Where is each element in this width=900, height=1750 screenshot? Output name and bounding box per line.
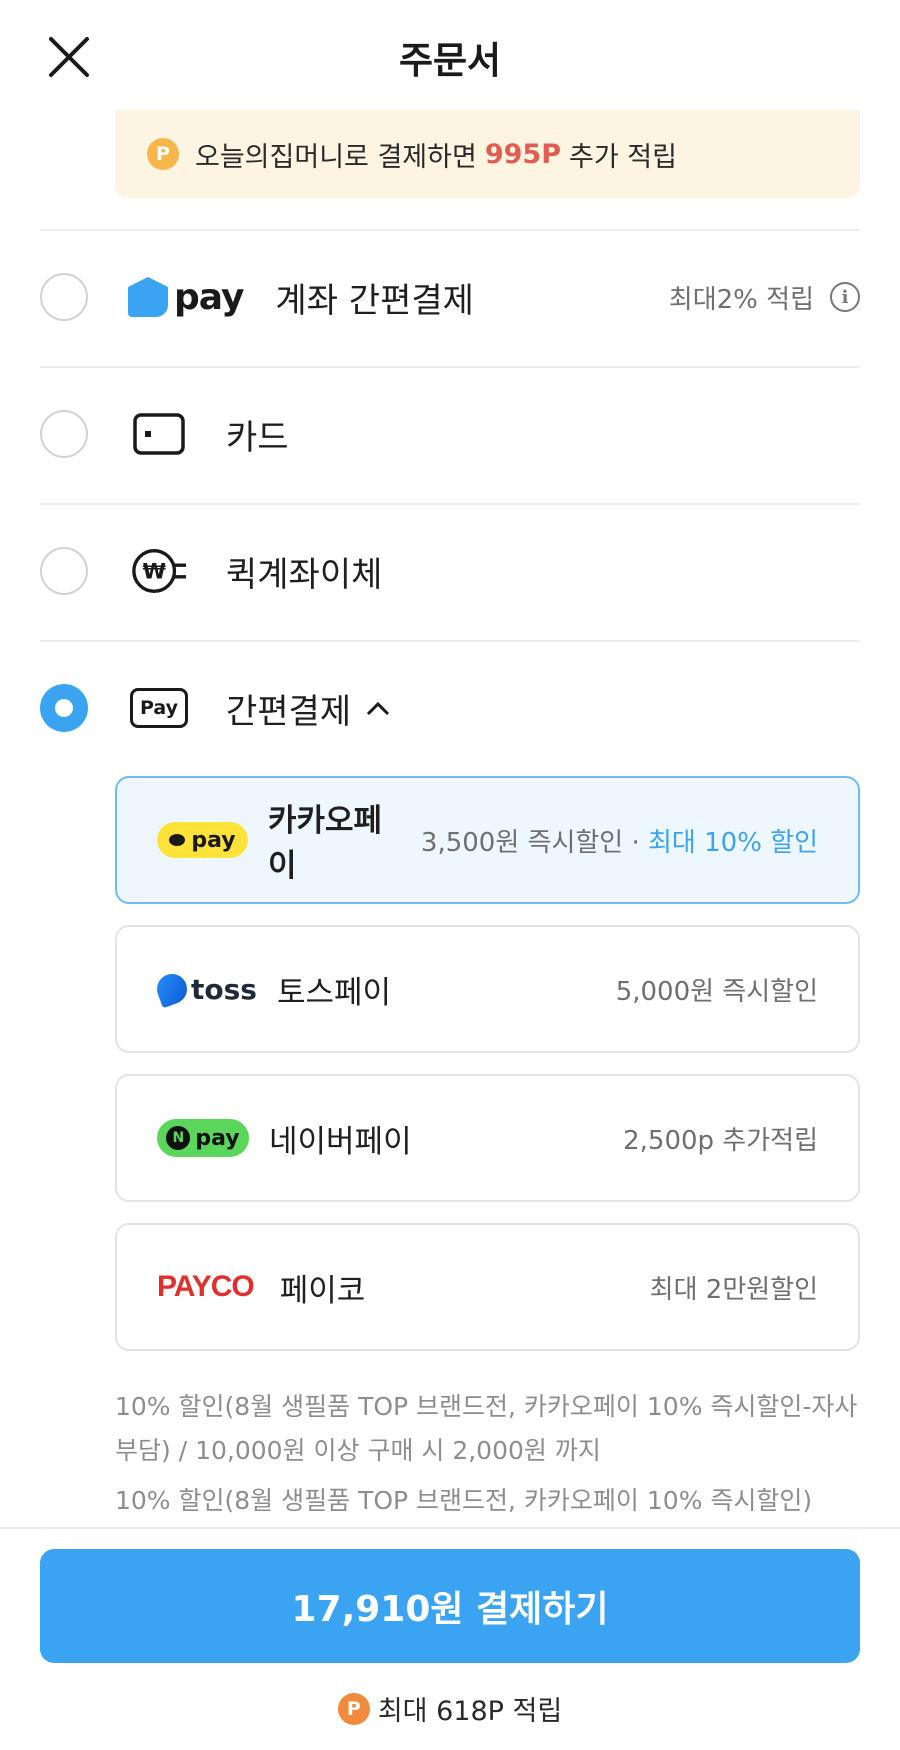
easy-pay-option-kakaopay[interactable]: pay 카카오페이 3,500원 즉시할인 · 최대 10% 할인 <box>115 776 860 904</box>
naver-n-icon: N <box>166 1126 191 1150</box>
radio-account[interactable] <box>40 273 88 321</box>
payco-logo: PAYCO <box>157 1270 255 1303</box>
method-label-easy-pay: 간편결제 <box>226 691 352 732</box>
option-name: 카카오페이 <box>267 803 383 884</box>
info-icon[interactable]: i <box>830 282 860 312</box>
promo-banner: P 오늘의집머니로 결제하면 995P 추가 적립 <box>115 110 860 198</box>
easy-pay-option-tosspay[interactable]: toss 토스페이 5,000원 즉시할인 <box>115 925 860 1053</box>
promo-highlight: 995P <box>484 138 561 170</box>
kakaopay-discount: 3,500원 즉시할인 · <box>420 827 640 858</box>
method-benefit: 최대2% 적립 i <box>669 279 860 316</box>
toss-logo-text: toss <box>191 972 257 1006</box>
naverpay-logo-text: pay <box>195 1125 240 1151</box>
point-coin-icon: P <box>147 138 179 170</box>
card-icon <box>130 405 188 463</box>
easy-pay-option-naverpay[interactable]: N pay 네이버페이 2,500p 추가적립 <box>115 1074 860 1202</box>
pay-badge-icon: Pay <box>130 679 188 737</box>
points-info: P 최대 618P 적립 <box>0 1689 900 1728</box>
option-name: 토스페이 <box>276 974 392 1011</box>
option-desc: 2,500p 추가적립 <box>623 1125 818 1156</box>
promo-prefix: 오늘의집머니로 결제하면 <box>195 141 477 173</box>
radio-card[interactable] <box>40 410 88 458</box>
won-transfer-icon: ₩ <box>130 542 188 600</box>
easy-pay-option-payco[interactable]: PAYCO 페이코 최대 2만원할인 <box>115 1223 860 1351</box>
method-label-card: 카드 <box>226 417 289 458</box>
payment-method-card[interactable]: 카드 <box>40 367 860 501</box>
ohouse-pay-logo: pay <box>128 276 244 318</box>
radio-easy-pay[interactable] <box>40 684 88 732</box>
pay-button[interactable]: 17,910원 결제하기 <box>40 1549 860 1663</box>
toss-icon <box>152 969 192 1009</box>
kakaopay-max-discount: 최대 10% 할인 <box>648 827 818 858</box>
option-desc: 3,500원 즉시할인 · 최대 10% 할인 <box>421 822 818 859</box>
point-coin-icon: P <box>337 1692 370 1725</box>
option-name: 페이코 <box>279 1272 366 1309</box>
points-text: 최대 618P 적립 <box>377 1696 563 1727</box>
toss-logo: toss <box>152 969 257 1009</box>
page-title: 주문서 <box>398 39 502 82</box>
discount-notes: 10% 할인(8월 생필품 TOP 브랜드전, 카카오페이 10% 즉시할인-자… <box>115 1385 860 1527</box>
pay-badge-text: Pay <box>130 688 188 728</box>
method-label-account: 계좌 간편결제 <box>275 280 474 321</box>
kakaopay-logo: pay <box>157 822 248 858</box>
chevron-up-icon[interactable] <box>365 699 391 717</box>
header: 주문서 <box>0 0 900 110</box>
naverpay-logo: N pay <box>157 1119 249 1157</box>
svg-text:₩: ₩ <box>142 560 166 585</box>
house-pay-icon <box>128 277 168 317</box>
discount-note: 10% 할인(8월 생필품 TOP 브랜드전, 카카오페이 10% 즉시할인-자… <box>115 1392 858 1465</box>
payment-method-easy-pay[interactable]: Pay 간편결제 <box>40 641 860 775</box>
checkout-footer: 17,910원 결제하기 P 최대 618P 적립 <box>0 1529 900 1750</box>
radio-quick-transfer[interactable] <box>40 547 88 595</box>
option-desc: 최대 2만원할인 <box>649 1274 818 1305</box>
option-desc: 5,000원 즉시할인 <box>615 976 818 1007</box>
method-label-quick-transfer: 퀵계좌이체 <box>226 554 383 595</box>
discount-note: 10% 할인(8월 생필품 TOP 브랜드전, 카카오페이 10% 즉시할인) <box>115 1486 813 1515</box>
option-name: 네이버페이 <box>269 1123 412 1160</box>
account-benefit-text: 최대2% 적립 <box>668 284 814 315</box>
payment-method-quick-transfer[interactable]: ₩ 퀵계좌이체 <box>40 504 860 638</box>
payment-method-account[interactable]: pay 계좌 간편결제 최대2% 적립 i <box>40 230 860 364</box>
kakaopay-logo-text: pay <box>191 827 236 853</box>
pay-logo-text: pay <box>174 276 244 318</box>
promo-suffix: 추가 적립 <box>568 141 677 173</box>
speech-bubble-icon <box>169 834 186 846</box>
